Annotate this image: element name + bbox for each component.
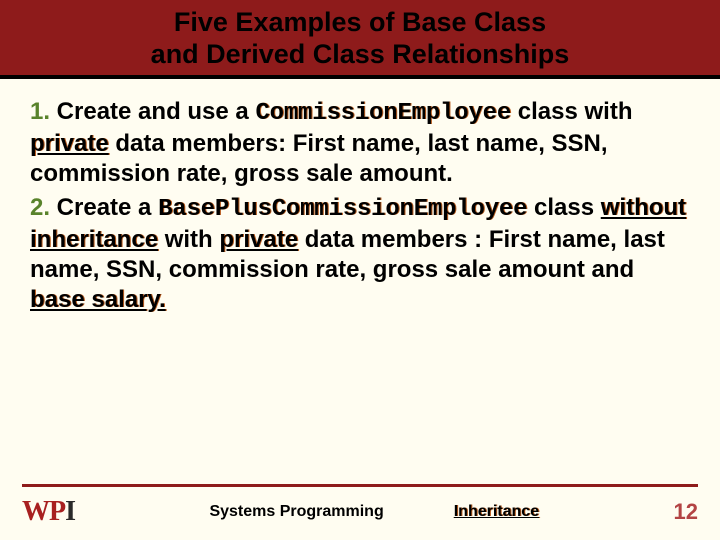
page-number: 12 — [674, 499, 698, 525]
list-item: 1. Create and use a CommissionEmployee c… — [30, 97, 690, 189]
logo-letter-p: P — [49, 496, 65, 527]
item-number: 2. — [30, 194, 50, 221]
footer-divider — [22, 484, 698, 487]
title-line-1: Five Examples of Base Class — [174, 7, 546, 37]
body-text: with — [158, 226, 219, 253]
body-text: data members: First name, last name, SSN… — [30, 130, 608, 187]
logo-letter-w: W — [22, 496, 49, 527]
code-token-base-plus-commission-employee: BasePlusCommissionEmployee — [158, 196, 527, 223]
keyword-private: private — [219, 226, 298, 253]
footer-course: Systems Programming — [209, 503, 383, 521]
wpi-logo: WPI — [22, 496, 75, 528]
list-item: 2. Create a BasePlusCommissionEmployee c… — [30, 193, 690, 315]
body-text: Create and use a — [50, 98, 255, 125]
slide-title: Five Examples of Base Class and Derived … — [0, 6, 720, 71]
keyword-private: private — [30, 130, 109, 157]
item-number: 1. — [30, 98, 50, 125]
body-text: class — [527, 194, 600, 221]
footer-row: WPI Systems Programming Inheritance 12 — [22, 496, 698, 528]
emphasis-base-salary: base salary. — [30, 286, 166, 313]
slide-header: Five Examples of Base Class and Derived … — [0, 0, 720, 79]
code-token-commission-employee: CommissionEmployee — [255, 100, 511, 127]
title-line-2: and Derived Class Relationships — [151, 39, 570, 69]
body-text: class with — [511, 98, 632, 125]
body-text: Create a — [50, 194, 158, 221]
slide-body: 1. Create and use a CommissionEmployee c… — [0, 79, 720, 315]
logo-letter-i: I — [65, 496, 75, 527]
slide-footer: WPI Systems Programming Inheritance 12 — [0, 484, 720, 540]
footer-center: Systems Programming Inheritance — [209, 503, 539, 521]
footer-topic: Inheritance — [454, 503, 539, 521]
